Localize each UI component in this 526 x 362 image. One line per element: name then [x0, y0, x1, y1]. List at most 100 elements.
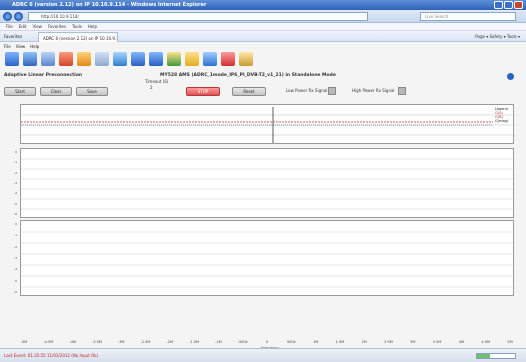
chart3-x-tick-label: -2.5M — [140, 340, 151, 344]
chart3-x-tick-label: 0 — [265, 340, 269, 344]
coefficient-chart: Legend G(A) G(B) G(mag) — [20, 104, 515, 144]
arrows-icon[interactable] — [203, 52, 217, 66]
maximize-button[interactable] — [504, 1, 513, 9]
low-power-label: Low Power Rx Signal — [286, 88, 328, 93]
app-menu-help[interactable]: Help — [30, 44, 39, 49]
chart3-x-tick-label: 2M — [361, 340, 367, 344]
chart3-y-tick-label: -1 — [14, 233, 17, 238]
chart-icon[interactable] — [167, 52, 181, 66]
chart3-y-tick-label: -6 — [14, 290, 17, 294]
url-text: http://10.10.9.114/ — [41, 14, 79, 19]
stop-button[interactable]: STOP — [186, 87, 220, 96]
refresh-icon[interactable] — [507, 73, 514, 80]
home-icon[interactable] — [59, 52, 73, 66]
search-input[interactable]: Live Search — [420, 12, 516, 21]
save-button[interactable]: Save — [76, 87, 108, 96]
chart3-x-tick-label: 5M — [507, 340, 513, 344]
chart3-x-tick-label: 4.5M — [481, 340, 490, 344]
window-titlebar: ADRC 6 (version 2.12) on IP 10.10.9.114 … — [0, 0, 526, 10]
status-text: Last Event: 01:35:55 11/03/2012 (No Inpu… — [4, 353, 99, 358]
chart2-y-tick-label: -3 — [14, 181, 17, 185]
window-title: ADRC 6 (version 2.12) on IP 10.10.9.114 … — [12, 2, 207, 8]
menu-edit[interactable]: Edit — [19, 24, 27, 29]
bell-icon[interactable] — [185, 52, 199, 66]
start-button[interactable]: Start — [4, 87, 36, 96]
chart3-y-tick-label: 0 — [15, 222, 17, 226]
chart3-x-tick-label: 3.5M — [432, 340, 442, 344]
app-menu-file[interactable]: File — [4, 44, 11, 49]
chart3-x-tick-label: 1.5M — [335, 340, 345, 344]
spectrum-chart-b — [20, 220, 515, 296]
chart3-x-tick-label: -500k — [237, 340, 248, 344]
chart3-x-tick-label: 4M — [458, 340, 465, 344]
chart3-y-tick-label: -4 — [14, 267, 17, 272]
menu-favorites[interactable]: Favorites — [48, 24, 66, 29]
browser-tools[interactable]: Page ▾ Safety ▾ Tools ▾ — [475, 34, 520, 39]
spectrum-plot-a — [21, 158, 515, 210]
coefficient-plot — [21, 107, 515, 143]
chart3-y-tick-label: -5 — [14, 278, 17, 283]
status-bar: Last Event: 01:35:55 11/03/2012 (No Inpu… — [0, 348, 526, 362]
chart2-y-tick-label: -6 — [14, 212, 17, 216]
pencil-icon[interactable] — [239, 52, 253, 66]
minimize-button[interactable] — [494, 1, 503, 9]
forward-button[interactable] — [14, 12, 23, 21]
search-placeholder: Live Search — [425, 14, 449, 19]
chart2-y-tick-label: -4 — [14, 191, 17, 196]
person-icon[interactable] — [77, 52, 91, 66]
legend-gmag: G(mag) — [495, 119, 509, 123]
menu-file[interactable]: File — [6, 24, 13, 29]
close-button[interactable] — [514, 1, 523, 9]
menu-help[interactable]: Help — [88, 24, 97, 29]
open-icon[interactable] — [5, 52, 19, 66]
chart3-x-tick-label: -4.5M — [43, 340, 54, 344]
progress-bar — [476, 353, 516, 359]
chart2-yaxis: 0 -1 -2 -3 -4 -5 -6 — [6, 150, 18, 216]
chart3-x-tick-label: -5M — [20, 340, 28, 344]
low-power-indicator — [328, 87, 336, 95]
menu-tools[interactable]: Tools — [72, 24, 82, 29]
display-icon[interactable] — [131, 52, 145, 66]
progress-fill — [477, 354, 491, 358]
window-icon[interactable] — [149, 52, 163, 66]
sigma-icon[interactable] — [113, 52, 127, 66]
section-title: Adaptive Linear Preconnection — [4, 73, 83, 78]
browser-tab[interactable]: ADRC 6 (version 2.12) on IP 10.10.9.114 — [38, 32, 118, 42]
url-field[interactable]: http://10.10.9.114/ — [28, 12, 368, 21]
chart3-y-tick-label: -3 — [14, 256, 17, 260]
chart3-x-tick-label: 2.5M — [384, 340, 393, 344]
save-icon[interactable] — [23, 52, 37, 66]
device-info: MY528 AMS (ADRC_1mode_IPS_PI_DVB-T2_v1_2… — [160, 73, 336, 78]
app-menu-view[interactable]: View — [16, 44, 26, 49]
chart3-x-tick-label: 1M — [312, 340, 319, 344]
spectrum-chart-a — [20, 148, 515, 218]
chart3-x-tick-label: -3M — [117, 340, 125, 344]
x-icon[interactable] — [221, 52, 235, 66]
chart2-y-tick-label: -5 — [14, 201, 17, 206]
back-button[interactable] — [3, 12, 12, 21]
app-menubar: File View Help — [4, 44, 39, 49]
chart3-x-tick-label: -4M — [69, 340, 76, 344]
timeout-input[interactable]: 2 — [150, 85, 153, 90]
chart3-x-tick-label: -2M — [166, 340, 174, 344]
address-bar: http://10.10.9.114/ Live Search — [0, 10, 526, 23]
reset-button[interactable]: Reset — [232, 87, 266, 96]
chart3-x-tick-label: 3M — [410, 340, 416, 344]
timeout-label: Timeout (S) — [145, 79, 169, 84]
app-toolbar — [5, 50, 253, 68]
chart3-x-tick-label: -1.5M — [189, 340, 200, 344]
browser-menubar: File Edit View Favorites Tools Help — [0, 23, 526, 31]
favorites-button[interactable]: Favorites — [4, 34, 22, 39]
chart2-y-tick-label: -2 — [14, 170, 17, 175]
clear-button[interactable]: Clear — [40, 87, 72, 96]
monitor-icon[interactable] — [41, 52, 55, 66]
chart1-legend: Legend G(A) G(B) G(mag) — [495, 107, 508, 123]
menu-view[interactable]: View — [32, 24, 42, 29]
window-controls — [494, 1, 523, 9]
chart2-y-tick-label: 0 — [15, 150, 17, 154]
chart3-x-tick-label: -1M — [215, 340, 222, 344]
chart3-x-tick-label: 500k — [286, 340, 296, 344]
chart1-yaxis — [6, 104, 18, 144]
lines-icon[interactable] — [95, 52, 109, 66]
chart3-yaxis: 0 -1 -2 -3 -4 -5 -6 — [6, 222, 18, 294]
